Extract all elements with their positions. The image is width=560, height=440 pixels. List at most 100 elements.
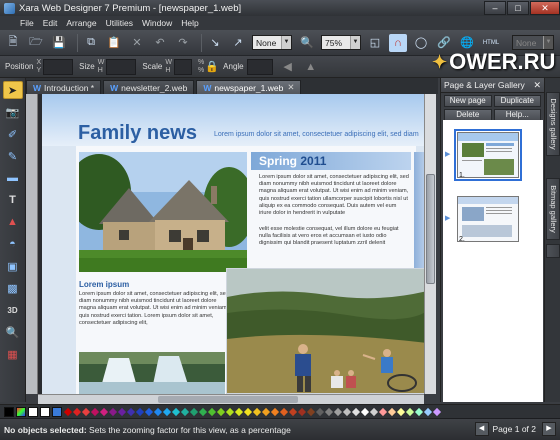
text-tool-icon[interactable]: T: [3, 191, 23, 209]
undo-icon[interactable]: ↶: [151, 34, 169, 52]
menu-window[interactable]: Window: [142, 18, 172, 28]
new-page-button[interactable]: New page: [444, 95, 492, 107]
line-style-dropdown[interactable]: None ▼: [252, 35, 292, 50]
color-swatch[interactable]: [126, 407, 136, 416]
copy-icon[interactable]: ⧉: [82, 34, 100, 52]
spring-paragraph-1[interactable]: Lorem ipsum dolor sit amet, consectetuer…: [259, 174, 409, 217]
house-photo[interactable]: [79, 152, 247, 272]
color-swatch[interactable]: [189, 407, 199, 416]
color-swatch[interactable]: [396, 407, 406, 416]
color-picker-tool-icon[interactable]: ▦: [3, 345, 23, 363]
new-document-icon[interactable]: 🗎: [4, 34, 22, 52]
color-swatch[interactable]: [432, 407, 442, 416]
menu-utilities[interactable]: Utilities: [106, 18, 133, 28]
maximize-button[interactable]: □: [507, 1, 529, 15]
color-swatch[interactable]: [216, 407, 226, 416]
expand-page-1-icon[interactable]: ▶: [445, 150, 450, 158]
web-preview-icon[interactable]: ◯: [412, 34, 430, 52]
color-swatch[interactable]: [117, 407, 127, 416]
color-swatch[interactable]: [306, 407, 316, 416]
expand-page-2-icon[interactable]: ▶: [445, 214, 450, 222]
tab-introduction[interactable]: W Introduction *: [26, 80, 102, 94]
transparent-swatch[interactable]: [28, 406, 38, 417]
color-swatch[interactable]: [72, 407, 82, 416]
vertical-scrollbar[interactable]: [424, 94, 436, 394]
bevel-tool-icon[interactable]: ▩: [3, 279, 23, 297]
color-swatch[interactable]: [153, 407, 163, 416]
position-input[interactable]: [43, 58, 74, 75]
zoom-icon[interactable]: 🔍: [298, 34, 316, 52]
zoom-fit-icon[interactable]: ◱: [366, 34, 384, 52]
color-swatch[interactable]: [225, 407, 235, 416]
import-icon[interactable]: ↘: [206, 34, 224, 52]
shadow-tool-icon[interactable]: ▣: [3, 257, 23, 275]
color-swatch[interactable]: [414, 407, 424, 416]
page-thumbnail-2[interactable]: [457, 196, 519, 242]
color-swatch[interactable]: [135, 407, 145, 416]
page-thumbnail-1[interactable]: [454, 129, 522, 181]
zoom-dropdown[interactable]: 75% ▼: [321, 35, 361, 50]
document-canvas[interactable]: Family news Lorem ipsum dolor sit amet, …: [38, 94, 424, 394]
color-swatch[interactable]: [234, 407, 244, 416]
open-folder-icon[interactable]: 🗁: [27, 34, 45, 52]
duplicate-button[interactable]: Duplicate: [493, 95, 541, 107]
color-swatch[interactable]: [81, 407, 91, 416]
rectangle-tool-icon[interactable]: ▬: [3, 169, 23, 187]
color-picker-swatch[interactable]: [16, 406, 26, 417]
blue-swatch[interactable]: [52, 406, 62, 417]
lorem-heading[interactable]: Lorem ipsum: [79, 280, 129, 289]
save-icon[interactable]: 💾: [50, 34, 68, 52]
white-swatch[interactable]: [40, 406, 50, 417]
horizontal-scrollbar[interactable]: [38, 394, 424, 404]
family-photo[interactable]: [226, 268, 424, 394]
spring-heading[interactable]: Spring 2011: [251, 152, 411, 170]
paste-icon[interactable]: 📋: [105, 34, 123, 52]
page-subtitle[interactable]: Lorem ipsum dolor sit amet, consectetuer…: [214, 131, 419, 138]
page-title[interactable]: Family news: [78, 122, 197, 145]
3d-tool-icon[interactable]: 3D: [3, 301, 23, 319]
color-swatch[interactable]: [405, 407, 415, 416]
selector-tool-icon[interactable]: ➤: [2, 81, 23, 99]
close-tab-icon[interactable]: ✕: [287, 82, 294, 93]
color-swatch[interactable]: [369, 407, 379, 416]
first-page-icon[interactable]: ◀: [474, 422, 489, 436]
color-swatch[interactable]: [261, 407, 271, 416]
designs-gallery-tab[interactable]: Designs gallery: [546, 92, 560, 156]
bitmap-gallery-tab[interactable]: Bitmap gallery: [546, 178, 560, 240]
gallery-tab-extra[interactable]: [546, 244, 560, 258]
scale-input[interactable]: [173, 58, 192, 75]
color-swatch[interactable]: [270, 407, 280, 416]
next-page-icon[interactable]: ▶: [542, 422, 556, 436]
menu-arrange[interactable]: Arrange: [66, 18, 96, 28]
fill-tool-icon[interactable]: ▲: [3, 213, 23, 231]
flip-horizontal-icon[interactable]: ◀: [279, 58, 297, 76]
color-swatch[interactable]: [180, 407, 190, 416]
export-icon[interactable]: ↗: [229, 34, 247, 52]
horizontal-scroll-thumb[interactable]: [158, 396, 298, 403]
transparency-tool-icon[interactable]: ◓: [3, 235, 23, 253]
photo-tool-icon[interactable]: 📷: [3, 103, 23, 121]
color-swatch[interactable]: [351, 407, 361, 416]
color-swatch[interactable]: [342, 407, 352, 416]
color-swatch[interactable]: [162, 407, 172, 416]
color-swatch[interactable]: [108, 407, 118, 416]
color-swatch[interactable]: [378, 407, 388, 416]
color-swatch[interactable]: [279, 407, 289, 416]
angle-input[interactable]: [246, 58, 273, 75]
color-swatch[interactable]: [387, 407, 397, 416]
tab-newsletter-2[interactable]: W newsletter_2.web: [103, 80, 195, 94]
color-swatch[interactable]: [99, 407, 109, 416]
redo-icon[interactable]: ↷: [174, 34, 192, 52]
menu-edit[interactable]: Edit: [43, 18, 58, 28]
minimize-button[interactable]: –: [484, 1, 506, 15]
color-swatch[interactable]: [315, 407, 325, 416]
color-swatch[interactable]: [288, 407, 298, 416]
color-swatch[interactable]: [324, 407, 334, 416]
color-swatch[interactable]: [207, 407, 217, 416]
zoom-tool-icon[interactable]: 🔍: [3, 323, 23, 341]
vertical-scroll-thumb[interactable]: [426, 174, 435, 284]
color-swatch[interactable]: [252, 407, 262, 416]
delete-icon[interactable]: ✕: [128, 34, 146, 52]
magnet-icon[interactable]: ∩: [389, 33, 407, 52]
lock-aspect-icon[interactable]: 🔒: [205, 58, 219, 76]
